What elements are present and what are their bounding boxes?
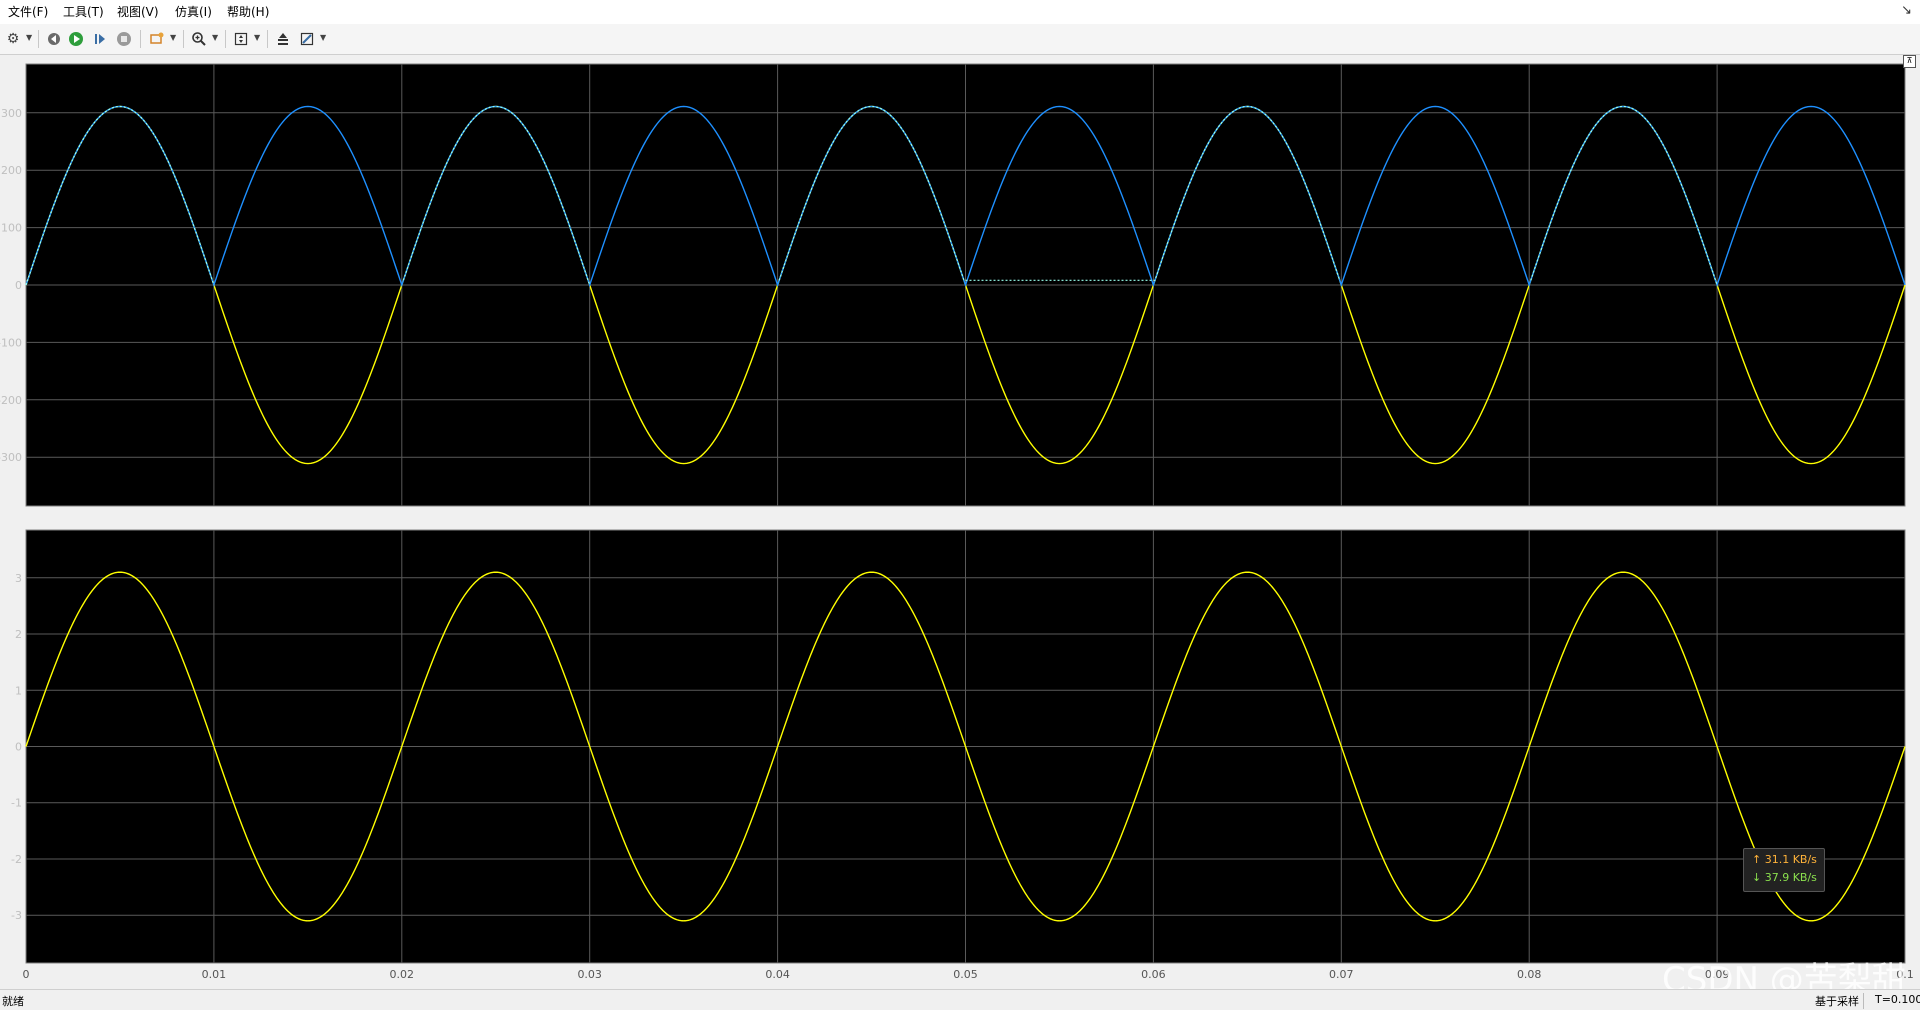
step-back-icon[interactable] (44, 29, 64, 49)
toolbar-separator (183, 30, 184, 48)
stop-icon[interactable] (114, 29, 134, 49)
maximize-axes-icon[interactable]: ⊼ (1903, 55, 1916, 68)
x-tick-label: 0.06 (1141, 968, 1166, 981)
simulation-time: T=0.100 (1875, 993, 1920, 1006)
status-text: 就绪 (2, 995, 24, 1008)
y-tick-label: 0 (15, 741, 22, 754)
autoscale-dropdown-icon[interactable]: ▼ (254, 33, 260, 42)
autoscale-icon[interactable] (231, 29, 251, 49)
toolbar-separator (267, 30, 268, 48)
y-tick-label: 300 (1, 107, 22, 120)
menu-view[interactable]: 视图(V) (117, 5, 159, 21)
highlight-icon[interactable] (147, 29, 167, 49)
scope-plot[interactable]: -300 -200 -100 0 100 200 300 0 0.01 0.02 0.03 0.04 0… (0, 55, 1920, 989)
y-tick-label: -300 (0, 451, 22, 464)
style-icon[interactable] (297, 29, 317, 49)
highlight-dropdown-icon[interactable]: ▼ (170, 33, 176, 42)
y-tick-label: -200 (0, 394, 22, 407)
status-bar: 就绪 基于采样 T=0.100 (0, 989, 1920, 1010)
x-tick-label: 0.07 (1329, 968, 1354, 981)
step-forward-icon[interactable] (90, 29, 110, 49)
x-tick-label: 0.04 (765, 968, 790, 981)
download-speed: ↓ 37.9 KB/s (1752, 871, 1817, 884)
menu-simulation[interactable]: 仿真(I) (175, 5, 212, 21)
y-tick-label: -1 (11, 797, 22, 810)
settings-dropdown-icon[interactable]: ▼ (26, 33, 32, 42)
upload-speed: ↑ 31.1 KB/s (1752, 853, 1817, 866)
y-tick-label: 0 (15, 279, 22, 292)
settings-icon[interactable]: ⚙ (3, 29, 23, 49)
x-tick-label: 0.01 (202, 968, 227, 981)
y-tick-label: 3 (15, 572, 22, 585)
run-icon[interactable] (66, 29, 86, 49)
sample-mode-label: 基于采样 (1815, 993, 1864, 1009)
network-speed-widget: ↑ 31.1 KB/s ↓ 37.9 KB/s (1743, 848, 1825, 892)
x-tick-label: 0.09 (1705, 968, 1730, 981)
undock-icon[interactable]: ↘ (1901, 3, 1912, 18)
toolbar-separator (140, 30, 141, 48)
x-tick-label: 0.1 (1896, 968, 1914, 981)
toolbar: ⚙ ▼ ▼ ▼ ▼ ▼ (0, 24, 1920, 55)
y-tick-label: 200 (1, 164, 22, 177)
y-tick-label: -100 (0, 336, 22, 349)
menu-help[interactable]: 帮助(H) (227, 5, 269, 21)
y-tick-label: 1 (15, 684, 22, 697)
toolbar-separator (225, 30, 226, 48)
y-tick-label: 2 (15, 628, 22, 641)
y-tick-label: -2 (11, 853, 22, 866)
x-tick-label: 0.08 (1517, 968, 1542, 981)
restore-icon[interactable] (273, 29, 293, 49)
menu-bar: 文件(F) 工具(T) 视图(V) 仿真(I) 帮助(H) ↘ (0, 0, 1920, 25)
y-tick-label: -3 (11, 909, 22, 922)
zoom-icon[interactable] (189, 29, 209, 49)
x-tick-label: 0.03 (577, 968, 602, 981)
y-tick-label: 100 (1, 222, 22, 235)
menu-file[interactable]: 文件(F) (8, 5, 48, 21)
x-tick-label: 0 (23, 968, 30, 981)
scope-display: -300 -200 -100 0 100 200 300 0 0.01 0.02 0.03 0.04 0… (0, 55, 1920, 989)
menu-tools[interactable]: 工具(T) (63, 5, 104, 21)
x-tick-label: 0.02 (390, 968, 415, 981)
zoom-dropdown-icon[interactable]: ▼ (212, 33, 218, 42)
style-dropdown-icon[interactable]: ▼ (320, 33, 326, 42)
x-tick-label: 0.05 (953, 968, 978, 981)
toolbar-separator (38, 30, 39, 48)
